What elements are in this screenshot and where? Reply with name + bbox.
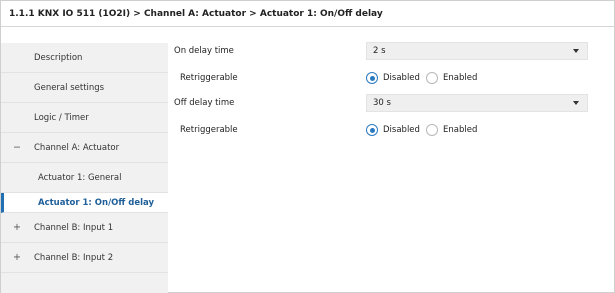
- radio-circle-icon: [426, 72, 438, 84]
- radio-label: Enabled: [443, 125, 478, 135]
- parameter-panel: On delay time 2 s Retriggerable Disabled…: [168, 27, 614, 292]
- expand-icon[interactable]: +: [12, 213, 22, 243]
- chevron-down-icon: [573, 101, 579, 105]
- sidebar: Description General settings Logic / Tim…: [1, 43, 168, 293]
- param-row-off-delay: Off delay time 30 s: [168, 94, 614, 112]
- sidebar-item-label: Description: [34, 53, 83, 63]
- sidebar-item-channel-b-input-1[interactable]: + Channel B: Input 1: [1, 213, 168, 243]
- sidebar-item-channel-b-input-2[interactable]: + Channel B: Input 2: [1, 243, 168, 273]
- expand-icon[interactable]: +: [12, 243, 22, 273]
- sidebar-item-label: Channel B: Input 2: [34, 253, 114, 263]
- sidebar-item-label: Logic / Timer: [34, 113, 89, 123]
- param-row-on-delay: On delay time 2 s: [168, 42, 614, 60]
- param-label: Off delay time: [174, 98, 235, 108]
- sidebar-item-actuator-1-general[interactable]: Actuator 1: General: [1, 163, 168, 193]
- parameter-window: 1.1.1 KNX IO 511 (1O2I) > Channel A: Act…: [0, 0, 615, 293]
- sidebar-item-label: Actuator 1: General: [38, 173, 122, 183]
- radio-circle-icon: [426, 124, 438, 136]
- param-label: Retriggerable: [180, 125, 238, 135]
- chevron-down-icon: [573, 49, 579, 53]
- sidebar-item-logic-timer[interactable]: Logic / Timer: [1, 103, 168, 133]
- radio-circle-icon: [366, 124, 378, 136]
- sidebar-item-label: Actuator 1: On/Off delay: [38, 198, 155, 208]
- param-label: On delay time: [174, 46, 234, 56]
- select-value: 30 s: [373, 98, 391, 108]
- on-delay-select[interactable]: 2 s: [366, 42, 588, 60]
- radio-label: Enabled: [443, 73, 478, 83]
- sidebar-item-label: Channel B: Input 1: [34, 223, 114, 233]
- collapse-icon[interactable]: −: [12, 133, 22, 163]
- sidebar-item-channel-a[interactable]: − Channel A: Actuator: [1, 133, 168, 163]
- sidebar-item-description[interactable]: Description: [1, 43, 168, 73]
- breadcrumb: 1.1.1 KNX IO 511 (1O2I) > Channel A: Act…: [1, 1, 614, 27]
- param-label: Retriggerable: [180, 73, 238, 83]
- radio-label: Disabled: [383, 125, 420, 135]
- off-delay-select[interactable]: 30 s: [366, 94, 588, 112]
- param-row-on-retriggerable: Retriggerable Disabled Enabled: [168, 69, 614, 87]
- sidebar-item-general-settings[interactable]: General settings: [1, 73, 168, 103]
- sidebar-item-actuator-1-on-off-delay[interactable]: Actuator 1: On/Off delay: [1, 193, 168, 213]
- sidebar-item-label: Channel A: Actuator: [34, 143, 120, 153]
- radio-circle-icon: [366, 72, 378, 84]
- sidebar-filler: [1, 273, 168, 293]
- select-value: 2 s: [373, 46, 386, 56]
- param-row-off-retriggerable: Retriggerable Disabled Enabled: [168, 121, 614, 139]
- sidebar-item-label: General settings: [34, 83, 105, 93]
- radio-label: Disabled: [383, 73, 420, 83]
